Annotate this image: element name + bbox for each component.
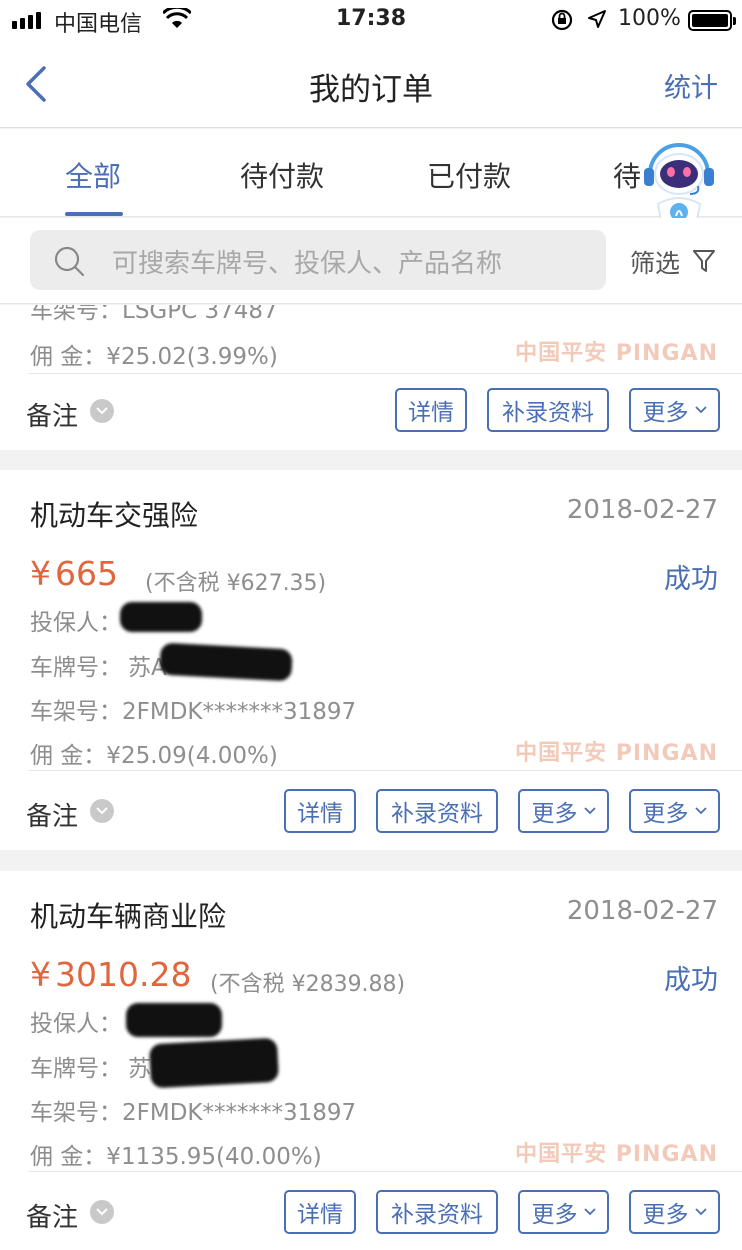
order-date: 2018-02-27 [566, 495, 718, 525]
more-button[interactable]: 更多 [629, 789, 720, 833]
note-label[interactable]: 备注 [26, 1197, 78, 1234]
redacted-name [120, 602, 202, 632]
order-card: 机动车交强险 2018-02-27 ¥665 (不含税 ¥627.35) 成功 … [0, 470, 742, 850]
chevron-down-icon [583, 1208, 596, 1216]
insured-row: 投保人： [30, 610, 122, 636]
plate-row: 车牌号： [30, 1056, 122, 1082]
order-status: 成功 [664, 564, 718, 595]
details-button[interactable]: 详情 [395, 388, 467, 432]
pingan-watermark: 中国平安 PINGAN [515, 341, 718, 366]
tab-bar: 全部 待付款 已付款 待 [0, 129, 742, 217]
more-button[interactable]: 更多 [629, 388, 720, 432]
order-status: 成功 [664, 965, 718, 996]
chevron-down-icon [694, 1208, 707, 1216]
commission-row: 佣 金：¥1135.95(40.00%) [30, 1144, 322, 1170]
product-title: 机动车交强险 [30, 499, 199, 532]
currency-symbol: ¥ [30, 554, 51, 593]
currency-symbol: ¥ [30, 955, 51, 994]
chevron-down-icon [694, 406, 707, 414]
chevron-down-icon [694, 807, 707, 815]
redacted-name [126, 1003, 222, 1037]
commission-row: 佣 金：¥25.09(4.00%) [30, 743, 278, 769]
chevron-down-icon[interactable] [90, 799, 114, 823]
more-label: 更多 [531, 1202, 578, 1228]
active-tab-indicator [65, 212, 123, 216]
pingan-watermark: 中国平安 PINGAN [515, 1142, 718, 1167]
price-excl-tax: (不含税 ¥627.35) [145, 571, 327, 596]
vin-row: 车架号：2FMDK*******31897 [30, 699, 357, 725]
more-label: 更多 [642, 801, 689, 827]
search-bar: 可搜索车牌号、投保人、产品名称 筛选 [0, 218, 742, 304]
supplement-info-button[interactable]: 补录资料 [376, 1190, 498, 1234]
divider [28, 770, 742, 771]
search-input[interactable]: 可搜索车牌号、投保人、产品名称 [30, 230, 606, 290]
divider [28, 373, 742, 374]
page-title: 我的订单 [309, 72, 433, 108]
order-price: ¥665 [30, 554, 118, 593]
redacted-plate [148, 1037, 280, 1089]
plate-prefix: 苏 [128, 1056, 151, 1082]
pingan-watermark: 中国平安 PINGAN [515, 741, 718, 766]
more-button[interactable]: 更多 [629, 1190, 720, 1234]
search-icon [52, 244, 86, 282]
details-button[interactable]: 详情 [284, 1190, 356, 1234]
more-label: 更多 [642, 1202, 689, 1228]
details-button[interactable]: 详情 [284, 789, 356, 833]
price-value: 665 [55, 554, 118, 593]
tab-all[interactable]: 全部 [65, 155, 121, 195]
battery-percent: 100% [618, 6, 681, 31]
more-button[interactable]: 更多 [518, 789, 609, 833]
redacted-plate [159, 642, 293, 682]
rotation-lock-icon [550, 8, 574, 36]
order-card: 车架号：LSGPC 37487 佣 金：¥25.02(3.99%) 中国平安 P… [0, 305, 742, 450]
order-price: ¥3010.28 [30, 955, 191, 994]
nav-bar: 我的订单 统计 [0, 40, 742, 128]
supplement-info-button[interactable]: 补录资料 [376, 789, 498, 833]
note-label[interactable]: 备注 [26, 396, 78, 433]
order-card: 机动车辆商业险 2018-02-27 ¥3010.28 (不含税 ¥2839.8… [0, 871, 742, 1250]
commission-row: 佣 金：¥25.02(3.99%) [30, 344, 278, 370]
stats-button[interactable]: 统计 [664, 66, 718, 105]
battery-icon [688, 10, 736, 31]
price-excl-tax: (不含税 ¥2839.88) [210, 972, 406, 997]
more-label: 更多 [531, 801, 578, 827]
location-icon [587, 9, 607, 33]
chevron-down-icon[interactable] [90, 1200, 114, 1224]
price-value: 3010.28 [55, 955, 192, 994]
vin-row: 车架号：LSGPC 37487 [30, 305, 278, 324]
divider [28, 1171, 742, 1172]
chevron-down-icon [583, 807, 596, 815]
order-date: 2018-02-27 [566, 896, 718, 926]
tab-paid[interactable]: 已付款 [427, 155, 511, 195]
tab-pending-other[interactable]: 待 [613, 155, 641, 195]
search-placeholder: 可搜索车牌号、投保人、产品名称 [112, 249, 503, 279]
tab-pending-payment[interactable]: 待付款 [240, 155, 324, 195]
filter-icon[interactable] [692, 248, 716, 278]
status-bar: 中国电信 17:38 100% [0, 0, 742, 40]
filter-button[interactable]: 筛选 [630, 244, 680, 280]
vin-row: 车架号：2FMDK*******31897 [30, 1100, 357, 1126]
note-label[interactable]: 备注 [26, 796, 78, 833]
more-label: 更多 [642, 400, 689, 426]
plate-row: 车牌号： [30, 655, 122, 681]
insured-row: 投保人： [30, 1011, 122, 1037]
product-title: 机动车辆商业险 [30, 900, 227, 933]
chevron-down-icon[interactable] [90, 399, 114, 423]
supplement-info-button[interactable]: 补录资料 [487, 388, 609, 432]
more-button[interactable]: 更多 [518, 1190, 609, 1234]
